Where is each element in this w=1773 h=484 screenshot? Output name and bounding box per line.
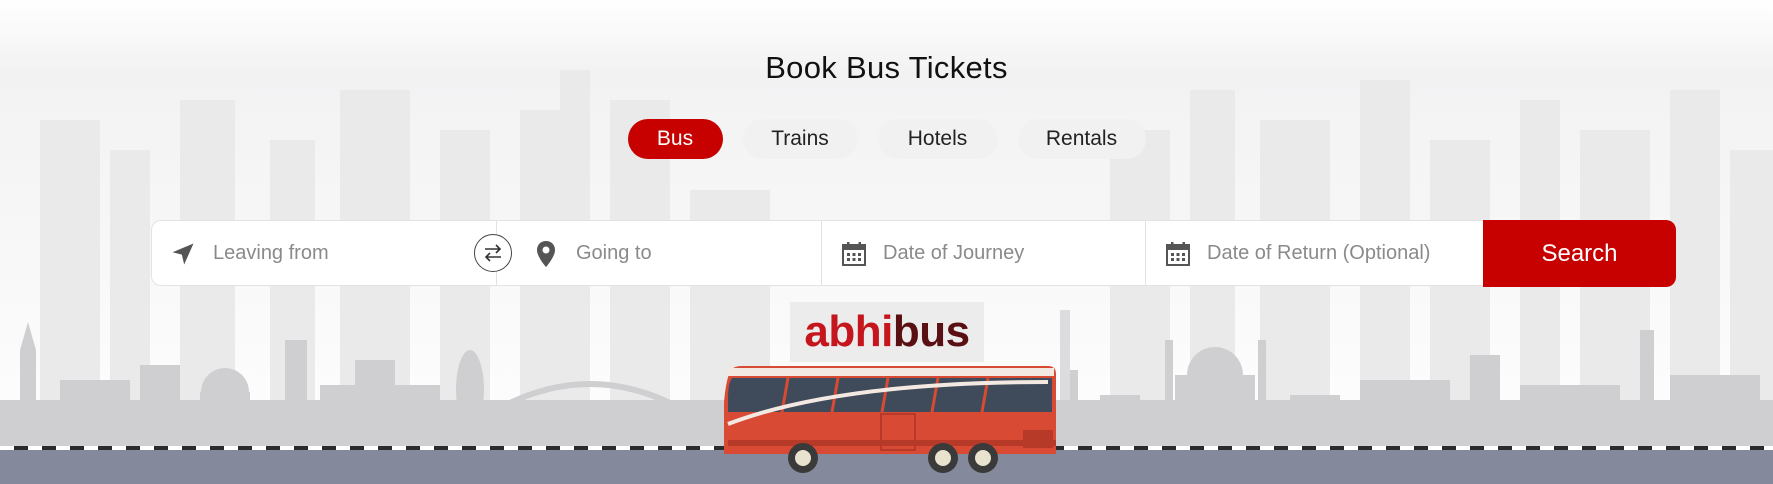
tab-bus[interactable]: Bus (627, 119, 723, 159)
date-of-return-field[interactable]: Date of Return (Optional) (1146, 221, 1484, 285)
hero-section: Book Bus Tickets Bus Trains Hotels Renta… (0, 0, 1773, 484)
logo-part-abhi: abhi (804, 307, 893, 356)
brand-logo: abhibus (790, 302, 984, 362)
date-of-journey-field[interactable]: Date of Journey (822, 221, 1145, 285)
bus-illustration (724, 366, 1056, 473)
tab-hotels[interactable]: Hotels (877, 119, 998, 159)
date-of-journey-placeholder: Date of Journey (883, 241, 1025, 264)
travel-mode-tabs: Bus Trains Hotels Rentals (0, 119, 1773, 159)
calendar-icon (1164, 240, 1192, 268)
going-to-field[interactable]: Going to (497, 221, 821, 285)
date-of-return-placeholder: Date of Return (Optional) (1207, 241, 1431, 264)
logo-text: abhibus (804, 307, 970, 357)
logo-part-bus: bus (892, 307, 970, 356)
tab-rentals[interactable]: Rentals (1017, 119, 1146, 159)
swap-arrows-icon[interactable] (474, 234, 512, 272)
search-button[interactable]: Search (1483, 220, 1676, 287)
tab-trains[interactable]: Trains (742, 119, 858, 159)
navigation-arrow-icon (168, 239, 198, 269)
calendar-icon (840, 240, 868, 268)
location-pin-icon (533, 239, 559, 269)
leaving-from-field[interactable]: Leaving from (152, 221, 496, 285)
going-to-placeholder: Going to (576, 241, 652, 264)
page-title: Book Bus Tickets (765, 50, 1008, 85)
bus-search-form: Leaving from Going to Date of Journey Da… (151, 220, 1675, 286)
leaving-from-placeholder: Leaving from (213, 241, 329, 264)
